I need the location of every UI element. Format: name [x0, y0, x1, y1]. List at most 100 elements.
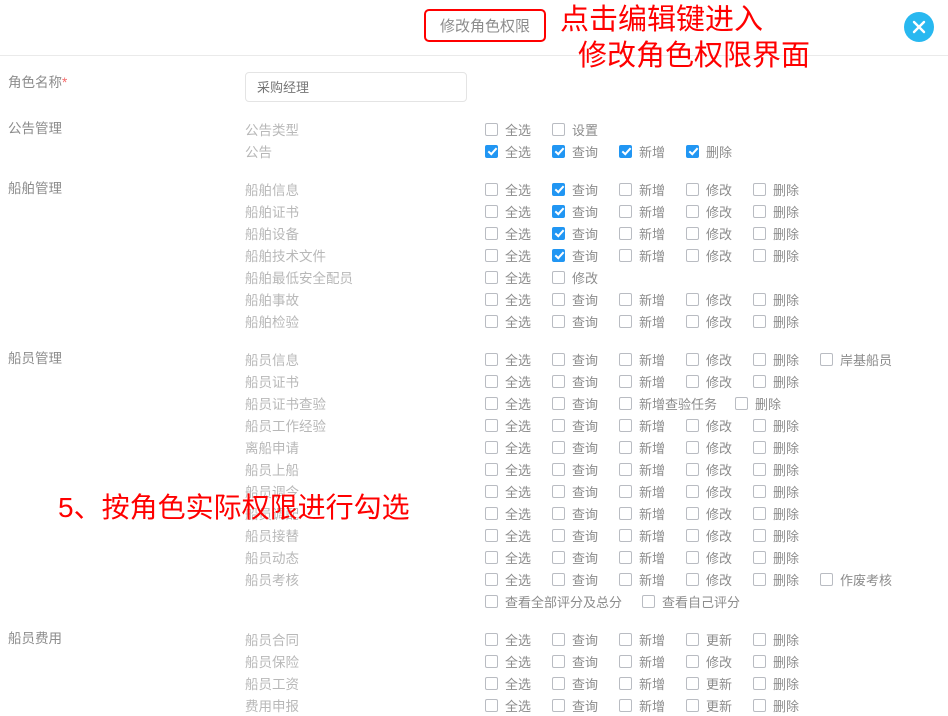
checkbox-empty-icon[interactable] [686, 352, 699, 366]
checkbox-empty-icon[interactable] [485, 270, 498, 284]
checkbox-empty-icon[interactable] [619, 654, 632, 668]
checkbox-修改[interactable]: 修改 [686, 202, 753, 221]
checkbox-修改[interactable]: 修改 [686, 548, 753, 567]
checkbox-empty-icon[interactable] [753, 204, 766, 218]
checkbox-empty-icon[interactable] [485, 654, 498, 668]
checkbox-empty-icon[interactable] [485, 506, 498, 520]
checkbox-删除[interactable]: 删除 [753, 416, 820, 435]
checkbox-删除[interactable]: 删除 [753, 350, 820, 369]
checkbox-empty-icon[interactable] [485, 462, 498, 476]
checkbox-修改[interactable]: 修改 [686, 224, 753, 243]
checkbox-查询[interactable]: 查询 [552, 312, 619, 331]
checkbox-empty-icon[interactable] [485, 374, 498, 388]
checkbox-checked-icon[interactable] [485, 144, 498, 158]
checkbox-empty-icon[interactable] [485, 484, 498, 498]
checkbox-新增[interactable]: 新增 [619, 202, 686, 221]
checkbox-全选[interactable]: 全选 [485, 460, 552, 479]
checkbox-修改[interactable]: 修改 [686, 460, 753, 479]
checkbox-修改[interactable]: 修改 [686, 482, 753, 501]
checkbox-查询[interactable]: 查询 [552, 202, 619, 221]
checkbox-empty-icon[interactable] [686, 418, 699, 432]
checkbox-新增[interactable]: 新增 [619, 630, 686, 649]
checkbox-empty-icon[interactable] [753, 550, 766, 564]
checkbox-删除[interactable]: 删除 [753, 224, 820, 243]
checkbox-empty-icon[interactable] [686, 572, 699, 586]
checkbox-empty-icon[interactable] [735, 396, 749, 410]
checkbox-查询[interactable]: 查询 [552, 224, 619, 243]
checkbox-查询[interactable]: 查询 [552, 526, 619, 545]
checkbox-empty-icon[interactable] [686, 182, 699, 196]
checkbox-empty-icon[interactable] [485, 204, 498, 218]
checkbox-empty-icon[interactable] [686, 314, 699, 328]
checkbox-新增[interactable]: 新增 [619, 438, 686, 457]
checkbox-empty-icon[interactable] [753, 226, 766, 240]
checkbox-empty-icon[interactable] [619, 182, 632, 196]
checkbox-查询[interactable]: 查询 [552, 142, 619, 161]
checkbox-empty-icon[interactable] [619, 248, 632, 262]
checkbox-新增[interactable]: 新增 [619, 504, 686, 523]
checkbox-删除[interactable]: 删除 [753, 290, 820, 309]
checkbox-empty-icon[interactable] [753, 462, 766, 476]
checkbox-empty-icon[interactable] [552, 654, 565, 668]
checkbox-empty-icon[interactable] [552, 418, 565, 432]
checkbox-empty-icon[interactable] [485, 292, 498, 306]
checkbox-新增查验任务[interactable]: 新增查验任务 [619, 394, 735, 413]
checkbox-empty-icon[interactable] [552, 550, 565, 564]
checkbox-新增[interactable]: 新增 [619, 142, 686, 161]
checkbox-全选[interactable]: 全选 [485, 504, 552, 523]
checkbox-新增[interactable]: 新增 [619, 482, 686, 501]
checkbox-查看全部评分及总分[interactable]: 查看全部评分及总分 [485, 592, 642, 611]
checkbox-修改[interactable]: 修改 [686, 180, 753, 199]
checkbox-empty-icon[interactable] [686, 654, 699, 668]
checkbox-empty-icon[interactable] [753, 440, 766, 454]
checkbox-全选[interactable]: 全选 [485, 224, 552, 243]
checkbox-empty-icon[interactable] [686, 484, 699, 498]
checkbox-删除[interactable]: 删除 [753, 526, 820, 545]
checkbox-查询[interactable]: 查询 [552, 482, 619, 501]
checkbox-empty-icon[interactable] [619, 572, 632, 586]
checkbox-empty-icon[interactable] [753, 292, 766, 306]
checkbox-查询[interactable]: 查询 [552, 438, 619, 457]
checkbox-empty-icon[interactable] [552, 462, 565, 476]
checkbox-新增[interactable]: 新增 [619, 696, 686, 715]
checkbox-empty-icon[interactable] [686, 528, 699, 542]
checkbox-empty-icon[interactable] [485, 248, 498, 262]
checkbox-删除[interactable]: 删除 [735, 394, 799, 413]
checkbox-empty-icon[interactable] [619, 292, 632, 306]
checkbox-empty-icon[interactable] [619, 698, 632, 712]
checkbox-empty-icon[interactable] [753, 484, 766, 498]
checkbox-empty-icon[interactable] [619, 632, 632, 646]
checkbox-checked-icon[interactable] [552, 204, 565, 218]
checkbox-empty-icon[interactable] [552, 292, 565, 306]
checkbox-empty-icon[interactable] [619, 352, 632, 366]
checkbox-修改[interactable]: 修改 [686, 438, 753, 457]
checkbox-修改[interactable]: 修改 [686, 246, 753, 265]
checkbox-查询[interactable]: 查询 [552, 504, 619, 523]
checkbox-empty-icon[interactable] [686, 248, 699, 262]
checkbox-empty-icon[interactable] [820, 572, 833, 586]
checkbox-empty-icon[interactable] [753, 632, 766, 646]
checkbox-新增[interactable]: 新增 [619, 180, 686, 199]
checkbox-作废考核[interactable]: 作废考核 [820, 570, 910, 589]
checkbox-empty-icon[interactable] [485, 698, 498, 712]
checkbox-全选[interactable]: 全选 [485, 630, 552, 649]
checkbox-全选[interactable]: 全选 [485, 570, 552, 589]
checkbox-empty-icon[interactable] [753, 182, 766, 196]
checkbox-删除[interactable]: 删除 [753, 180, 820, 199]
checkbox-查询[interactable]: 查询 [552, 652, 619, 671]
checkbox-empty-icon[interactable] [619, 226, 632, 240]
checkbox-empty-icon[interactable] [552, 506, 565, 520]
checkbox-全选[interactable]: 全选 [485, 142, 552, 161]
checkbox-empty-icon[interactable] [485, 572, 498, 586]
checkbox-empty-icon[interactable] [552, 528, 565, 542]
checkbox-全选[interactable]: 全选 [485, 482, 552, 501]
checkbox-checked-icon[interactable] [552, 248, 565, 262]
checkbox-新增[interactable]: 新增 [619, 224, 686, 243]
checkbox-empty-icon[interactable] [686, 204, 699, 218]
checkbox-empty-icon[interactable] [619, 418, 632, 432]
checkbox-empty-icon[interactable] [753, 352, 766, 366]
checkbox-全选[interactable]: 全选 [485, 312, 552, 331]
checkbox-empty-icon[interactable] [485, 352, 498, 366]
checkbox-empty-icon[interactable] [485, 550, 498, 564]
checkbox-删除[interactable]: 删除 [753, 312, 820, 331]
